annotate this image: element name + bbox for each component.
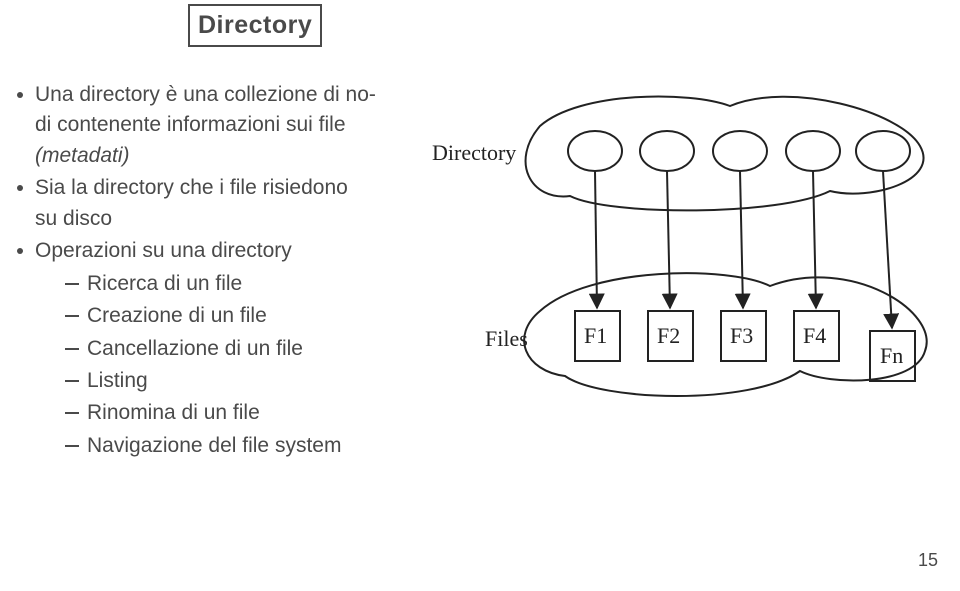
sub-bullet-text: Cancellazione di un file <box>87 337 303 360</box>
bullet-line: Una directory è una collezione di no- <box>35 80 495 110</box>
file-box-label: Fn <box>880 343 903 368</box>
directory-label: Directory <box>432 140 516 165</box>
file-box: F2 <box>648 311 693 361</box>
directory-node-icon <box>786 131 840 171</box>
diagram-svg: Directory Files F1 F2 <box>430 86 950 416</box>
file-box-label: F4 <box>803 323 826 348</box>
bullet-line: su disco <box>35 204 495 234</box>
file-box-label: F2 <box>657 323 680 348</box>
arrow-icon <box>667 171 670 308</box>
file-box: Fn <box>870 331 915 381</box>
file-box-label: F3 <box>730 323 753 348</box>
directory-node-icon <box>568 131 622 171</box>
bullet-line-italic: (metadati) <box>35 141 495 171</box>
sub-bullet-text: Navigazione del file system <box>87 434 341 457</box>
slide-title-text: Directory <box>198 11 312 39</box>
content-area: Una directory è una collezione di no- di… <box>15 80 495 463</box>
arrow-icon <box>595 171 597 308</box>
diagram: Directory Files F1 F2 <box>430 86 950 425</box>
files-label: Files <box>485 326 528 351</box>
arrow-icon <box>883 171 892 328</box>
file-box: F4 <box>794 311 839 361</box>
bullet-item: Sia la directory che i file risiedono su… <box>15 173 495 234</box>
sub-bullet-text: Ricerca di un file <box>87 272 242 295</box>
directory-blob <box>526 96 924 210</box>
sub-bullet-item: Navigazione del file system <box>65 431 495 461</box>
file-box-label: F1 <box>584 323 607 348</box>
file-box: F3 <box>721 311 766 361</box>
directory-node-icon <box>640 131 694 171</box>
bullet-line: Sia la directory che i file risiedono <box>35 173 495 203</box>
bullet-item: Operazioni su una directory Ricerca di u… <box>15 236 495 461</box>
sub-bullet-text: Creazione di un file <box>87 304 267 327</box>
bullet-item: Una directory è una collezione di no- di… <box>15 80 495 171</box>
directory-node-icon <box>713 131 767 171</box>
slide-title-frame: Directory Directory <box>188 4 322 47</box>
file-box: F1 <box>575 311 620 361</box>
arrow-icon <box>813 171 816 308</box>
slide-title: Directory <box>188 4 322 47</box>
page-number: 15 <box>918 547 938 573</box>
bullet-line: Operazioni su una directory <box>35 236 495 266</box>
directory-node-icon <box>856 131 910 171</box>
sub-bullet-text: Listing <box>87 369 148 392</box>
arrow-icon <box>740 171 743 308</box>
bullet-line: di contenente informazioni sui file <box>35 110 495 140</box>
sub-bullet-text: Rinomina di un file <box>87 401 260 424</box>
